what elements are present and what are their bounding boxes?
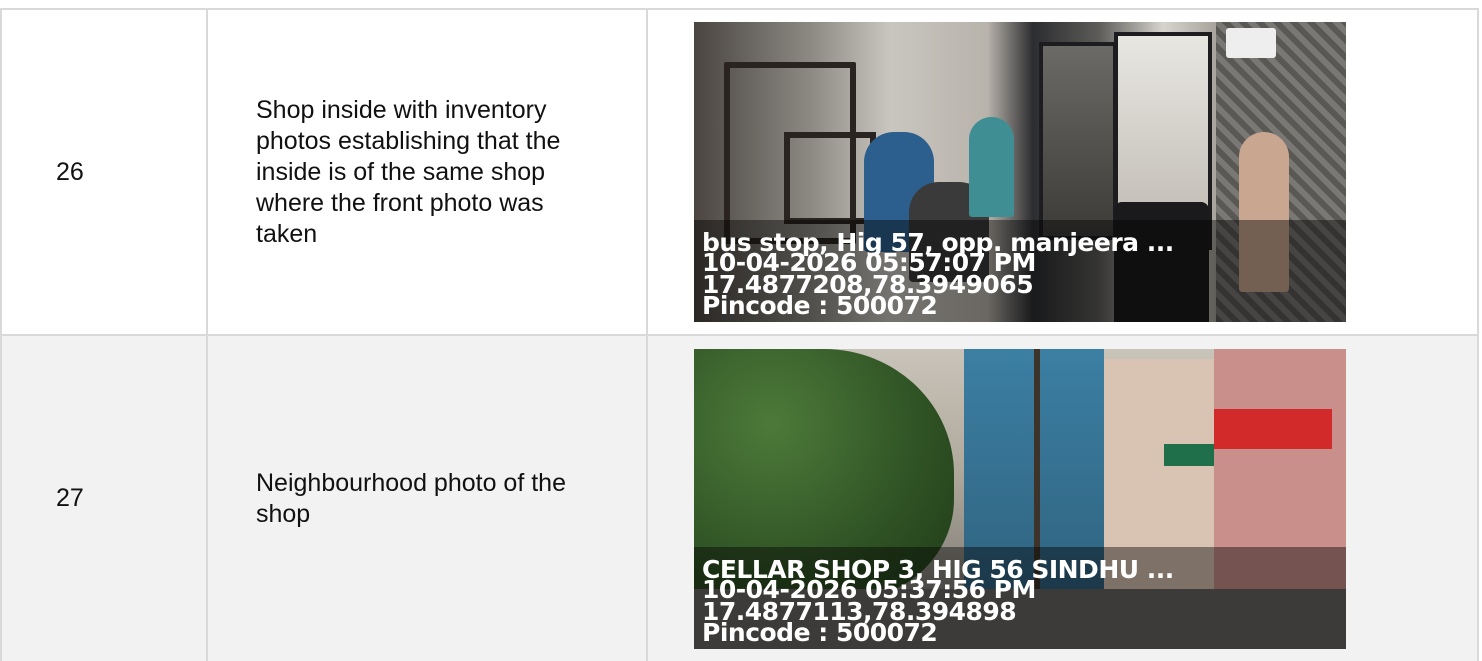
wall-shelf (784, 132, 876, 224)
barber-figure (969, 117, 1014, 217)
description-cell: Neighbourhood photo of the shop (206, 334, 648, 661)
table-row: 27 Neighbourhood photo of the shop CELLA… (0, 334, 1479, 661)
photo-report-table: 26 Shop inside with inventory photos est… (0, 8, 1479, 661)
description-text: Neighbourhood photo of the shop (256, 468, 566, 528)
shop-signboard (1164, 443, 1214, 466)
geo-stamp: CELLAR SHOP 3, HIG 56 SINDHU ... 10-04-2… (694, 546, 1346, 649)
table-row: 26 Shop inside with inventory photos est… (0, 8, 1479, 336)
description-cell: Shop inside with inventory photos establ… (206, 8, 648, 336)
serial-number: 26 (0, 8, 208, 336)
shop-interior-photo: bus stop, Hig 57, opp. manjeera ... 10-0… (694, 22, 1346, 322)
stamp-pincode: Pincode : 500072 (702, 291, 938, 320)
geo-stamp: bus stop, Hig 57, opp. manjeera ... 10-0… (694, 220, 1346, 322)
photo-cell: CELLAR SHOP 3, HIG 56 SINDHU ... 10-04-2… (646, 334, 1479, 661)
air-conditioner (1226, 28, 1276, 58)
stamp-pincode: Pincode : 500072 (702, 617, 938, 647)
neighbourhood-photo: CELLAR SHOP 3, HIG 56 SINDHU ... 10-04-2… (694, 348, 1346, 649)
mirror (1039, 42, 1117, 240)
photo-cell: bus stop, Hig 57, opp. manjeera ... 10-0… (646, 8, 1479, 336)
description-text: Shop inside with inventory photos establ… (256, 95, 561, 248)
shop-signboard (1214, 408, 1332, 449)
serial-number: 27 (0, 334, 208, 661)
